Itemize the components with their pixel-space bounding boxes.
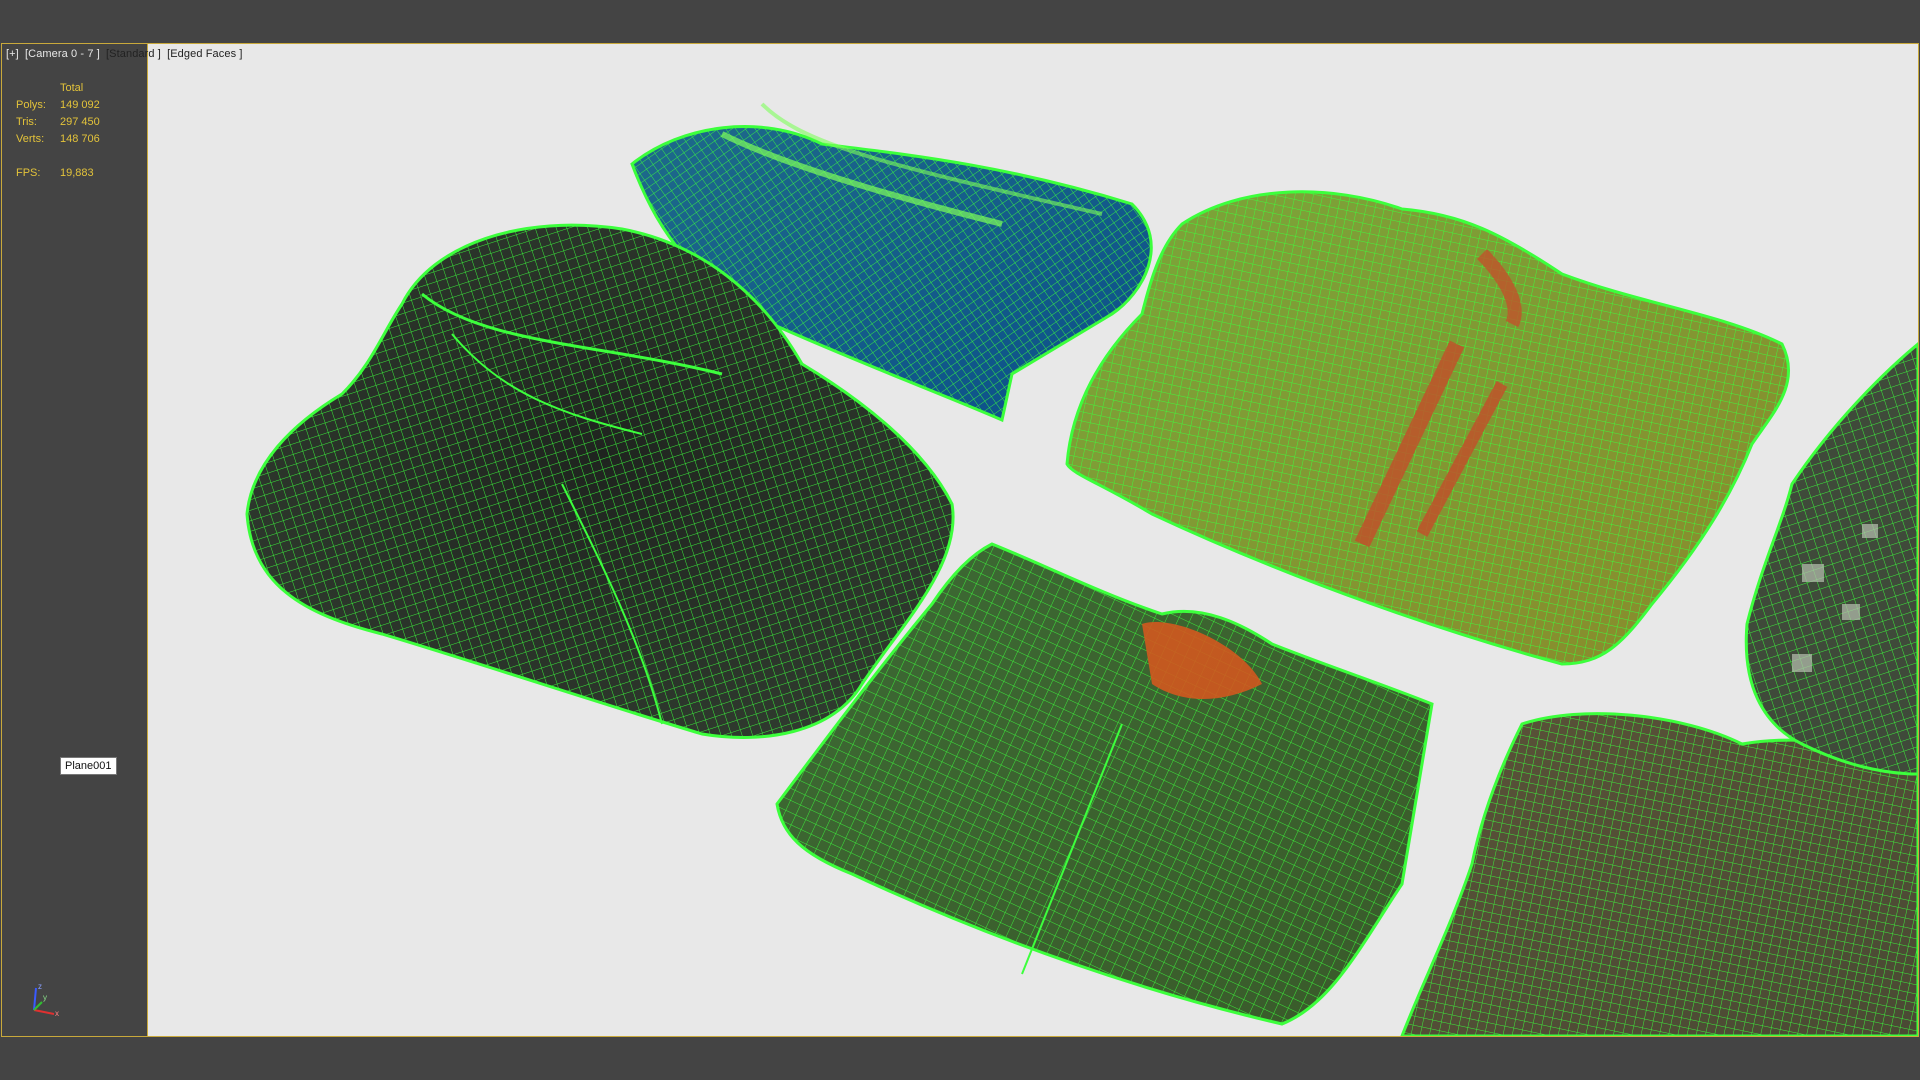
axis-gizmo-icon: z y x [33,982,59,1018]
viewport-label-menu[interactable]: [+] [Camera 0 - 7 ] [Standard ] [Edged F… [6,48,245,60]
verts-label: Verts: [16,133,45,145]
viewport-display-mode-menu[interactable]: [Edged Faces ] [167,48,242,60]
camera-viewport[interactable]: Total Polys: 149 092 Tris: 297 450 Verts: 1… [1,43,1919,1037]
tris-label: Tris: [16,116,37,128]
verts-value: 148 706 [60,133,100,145]
axis-x-label: x [55,1009,59,1018]
scene-canvas[interactable] [2,44,1918,1036]
viewport-plus-menu[interactable]: [+] [6,48,19,60]
top-toolbar-strip [0,0,1920,43]
polys-value: 149 092 [60,99,100,111]
fps-label: FPS: [16,167,41,179]
fps-value: 19,883 [60,167,94,179]
stats-overlay: Total Polys: 149 092 Tris: 297 450 Verts: 1… [16,80,100,182]
axis-z-label: z [38,982,42,991]
yellow-green-folded-jacket[interactable] [1065,190,1791,666]
viewport-shading-menu[interactable]: [Standard ] [106,48,161,60]
bottom-status-strip [0,1037,1920,1080]
stats-header: Total [60,82,84,94]
tris-value: 297 450 [60,116,100,128]
object-name-tooltip: Plane001 [60,757,117,775]
stats-side-panel: Total Polys: 149 092 Tris: 297 450 Verts: 1… [2,44,148,1036]
axis-y-label: y [43,993,47,1002]
brown-folded-shirt[interactable] [1400,712,1918,1036]
viewport-camera-menu[interactable]: [Camera 0 - 7 ] [25,48,100,60]
polys-label: Polys: [16,99,46,111]
